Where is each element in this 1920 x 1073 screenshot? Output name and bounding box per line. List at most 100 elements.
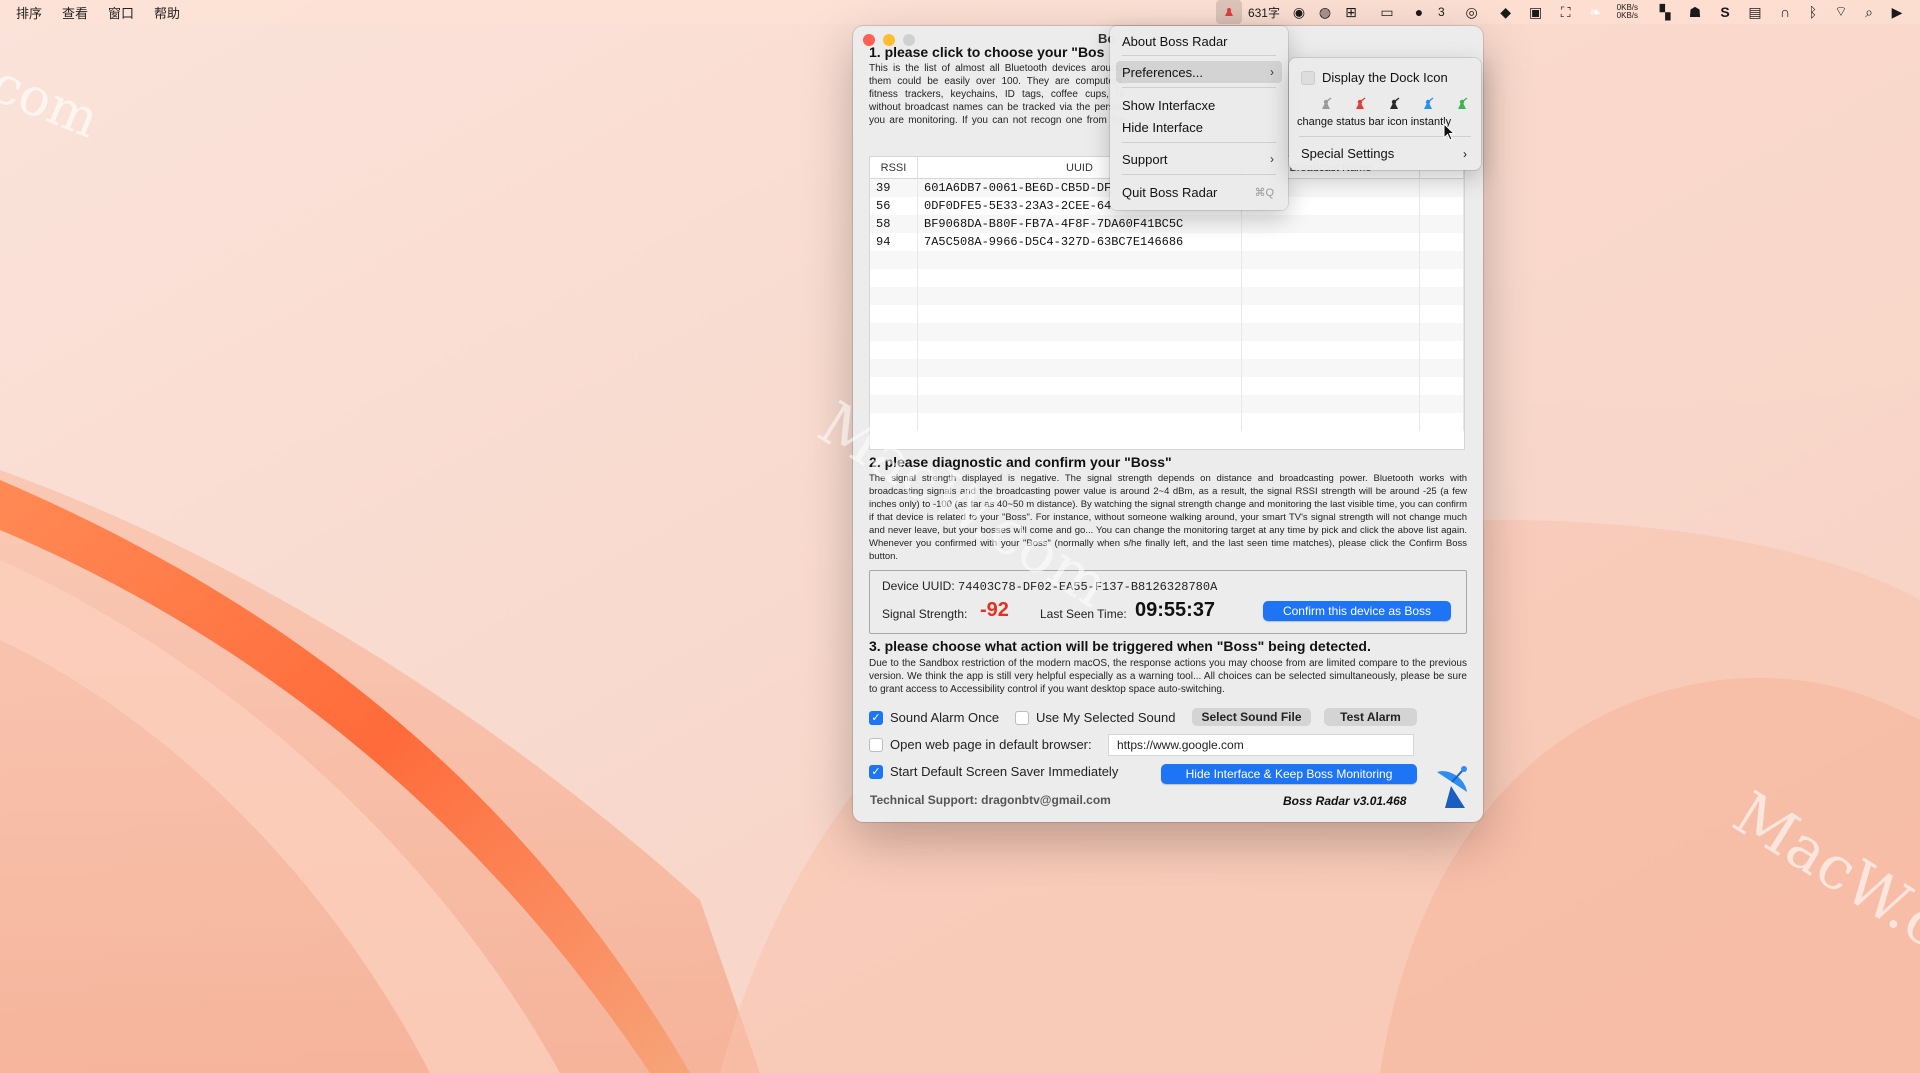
word-count[interactable]: 631字 [1248, 4, 1280, 21]
device-uuid-label: Device UUID: [882, 579, 955, 593]
menu-view[interactable]: 查看 [62, 3, 88, 22]
open-web-checkbox[interactable] [869, 737, 883, 752]
search-icon[interactable]: ⌕ [1856, 0, 1882, 24]
section1-title: 1. please click to choose your "Bos [869, 44, 1105, 60]
app-version: Boss Radar v3.01.468 [1283, 794, 1407, 808]
cell-uuid: BF9068DA-B80F-FB7A-4F8F-7DA60F41BC5C [918, 215, 1242, 233]
status-menu: About Boss Radar Preferences... › Show I… [1110, 26, 1288, 210]
cell-extra [1420, 197, 1464, 215]
dock-icon-option[interactable]: Display the Dock Icon [1301, 70, 1448, 85]
table-row[interactable]: 94 7A5C508A-9966-D5C4-327D-63BC7E146686 [870, 233, 1464, 251]
support-email: Technical Support: dragonbtv@gmail.com [870, 793, 1111, 807]
play-icon[interactable]: ▶ [1884, 0, 1910, 24]
network-speed: 0KB/s 0KB/s [1617, 4, 1638, 20]
use-sound-checkbox[interactable] [1015, 710, 1029, 725]
hide-keep-monitoring-button[interactable]: Hide Interface & Keep Boss Monitoring [1161, 764, 1417, 784]
cell-rssi: 39 [870, 179, 918, 197]
menu-support[interactable]: Support › [1116, 148, 1282, 170]
net-down: 0KB/s [1616, 11, 1638, 20]
dock-icon-checkbox[interactable] [1301, 70, 1315, 85]
special-settings-label: Special Settings [1301, 146, 1395, 161]
menu-show-label: Show Interfacxe [1122, 97, 1216, 113]
chevron-right-icon: › [1463, 146, 1467, 161]
radar-color-icon[interactable] [1445, 94, 1479, 114]
empty-row [870, 305, 1464, 323]
cell-rssi: 56 [870, 197, 918, 215]
signal-label: Signal Strength: [882, 607, 968, 621]
radar-color-icon[interactable] [1411, 94, 1445, 114]
open-web-label: Open web page in default browser: [890, 737, 1092, 752]
wechat-icon[interactable]: ● [1406, 0, 1432, 24]
status-bar-icons: 631字 ◉ ◍ ⊞ ▭ ● 3 ◎ ◆ ▣ ⛶ ❧ 0KB/s 0KB/s ▚… [1215, 0, 1910, 24]
select-sound-button[interactable]: Select Sound File [1192, 708, 1311, 726]
rocket-icon[interactable]: ☗ [1682, 0, 1708, 24]
menu-separator [1122, 55, 1276, 56]
empty-row [870, 323, 1464, 341]
url-input[interactable]: https://www.google.com [1108, 734, 1414, 756]
bookmark-icon[interactable]: ▚ [1652, 0, 1678, 24]
empty-row [870, 251, 1464, 269]
cell-rssi: 94 [870, 233, 918, 251]
cell-name [1242, 233, 1420, 251]
record-icon[interactable]: ◉ [1286, 0, 1312, 24]
quit-shortcut: ⌘Q [1254, 186, 1274, 199]
wifi-off-icon[interactable]: ⌔ [1828, 0, 1854, 24]
sound-alarm-option[interactable]: ✓ Sound Alarm Once [869, 710, 999, 725]
bluetooth-icon[interactable]: ᛒ [1800, 0, 1826, 24]
cloud-icon[interactable]: ◎ [1459, 0, 1485, 24]
chevron-right-icon: › [1270, 65, 1274, 79]
menu-separator [1122, 174, 1276, 175]
leaf-icon[interactable]: ❧ [1583, 0, 1609, 24]
special-settings-item[interactable]: Special Settings › [1301, 146, 1473, 161]
menu-about[interactable]: About Boss Radar [1116, 30, 1282, 52]
menu-help[interactable]: 帮助 [154, 3, 180, 22]
section3-text: Due to the Sandbox restriction of the mo… [869, 658, 1467, 695]
use-sound-label: Use My Selected Sound [1036, 710, 1176, 725]
screensaver-checkbox[interactable]: ✓ [869, 764, 883, 779]
preferences-submenu: Display the Dock Icon change status bar … [1289, 58, 1481, 170]
empty-row [870, 377, 1464, 395]
sound-alarm-checkbox[interactable]: ✓ [869, 710, 883, 725]
confirm-boss-button[interactable]: Confirm this device as Boss [1263, 601, 1451, 621]
chevron-right-icon: › [1270, 152, 1274, 166]
screen-icon[interactable]: ⛶ [1553, 0, 1579, 24]
radar-color-icon[interactable] [1343, 94, 1377, 114]
sound-alarm-label: Sound Alarm Once [890, 710, 1000, 725]
cell-name [1242, 215, 1420, 233]
test-alarm-button[interactable]: Test Alarm [1324, 708, 1417, 726]
mouse-cursor [1443, 123, 1455, 141]
app-icon[interactable]: ◆ [1493, 0, 1519, 24]
menu-window[interactable]: 窗口 [108, 3, 134, 22]
open-web-option[interactable]: Open web page in default browser: [869, 737, 1092, 752]
boss-radar-status-icon[interactable] [1215, 0, 1242, 24]
empty-row [870, 359, 1464, 377]
use-sound-option[interactable]: Use My Selected Sound [1015, 710, 1175, 725]
menu-show-interface[interactable]: Show Interfacxe [1116, 94, 1282, 116]
app-icon-2[interactable]: ▣ [1523, 0, 1549, 24]
empty-row [870, 341, 1464, 359]
grid-icon[interactable]: ⊞ [1338, 0, 1364, 24]
empty-row [870, 413, 1464, 431]
radar-color-icon[interactable] [1377, 94, 1411, 114]
section3-title: 3. please choose what action will be tri… [869, 638, 1371, 654]
menu-preferences-label: Preferences... [1122, 64, 1203, 80]
cell-extra [1420, 215, 1464, 233]
empty-row [870, 287, 1464, 305]
table-row[interactable]: 58 BF9068DA-B80F-FB7A-4F8F-7DA60F41BC5C [870, 215, 1464, 233]
menu-hide-interface[interactable]: Hide Interface [1116, 116, 1282, 138]
dock-icon-label: Display the Dock Icon [1322, 70, 1448, 85]
section1-text: This is the list of almost all Bluetooth… [869, 63, 1125, 126]
mic-icon[interactable]: ◍ [1312, 0, 1338, 24]
screensaver-option[interactable]: ✓ Start Default Screen Saver Immediately [869, 764, 1118, 779]
menu-support-label: Support [1122, 151, 1168, 167]
s-icon[interactable]: S [1712, 0, 1738, 24]
cell-extra [1420, 233, 1464, 251]
camera-icon[interactable]: ▭ [1374, 0, 1400, 24]
header-rssi[interactable]: RSSI [870, 157, 918, 178]
menu-quit[interactable]: Quit Boss Radar ⌘Q [1116, 181, 1282, 203]
menu-preferences[interactable]: Preferences... › [1116, 61, 1282, 83]
menu-sort[interactable]: 排序 [16, 3, 42, 22]
s-box-icon[interactable]: ▤ [1742, 0, 1768, 24]
headphones-icon[interactable]: ∩ [1772, 0, 1798, 24]
radar-color-icon[interactable] [1309, 94, 1343, 114]
